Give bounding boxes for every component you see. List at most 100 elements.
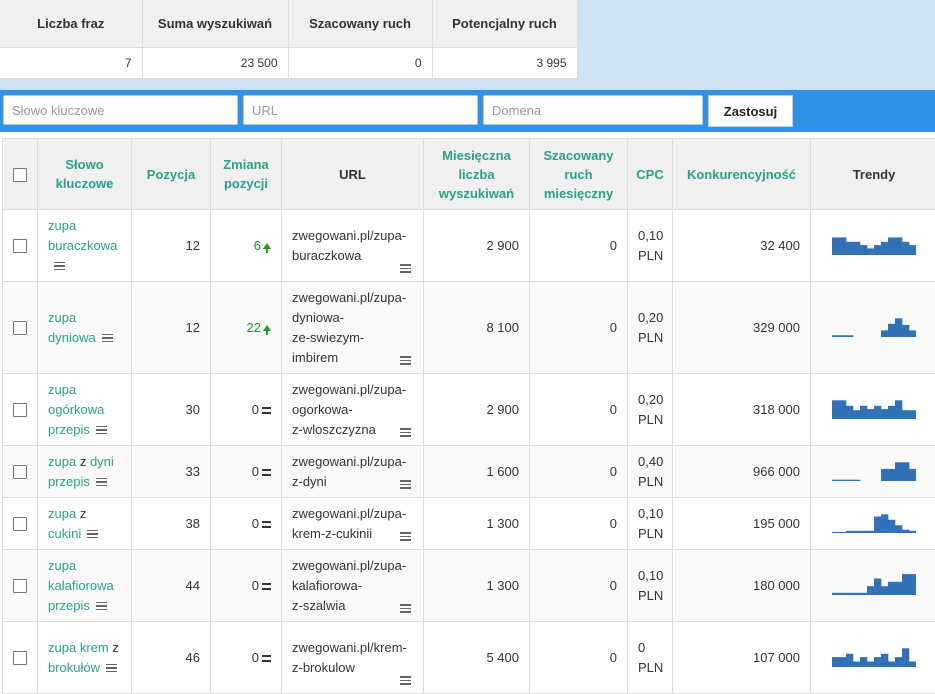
keyword-word: zupa <box>48 310 76 325</box>
competition-cell: 966 000 <box>673 446 811 498</box>
url-cell[interactable]: zwegowani.pl/zupa-krem-z-cukinii <box>282 498 424 550</box>
list-icon[interactable] <box>96 602 107 611</box>
row-checkbox[interactable] <box>13 517 27 531</box>
col-competition[interactable]: Konkurencyjność <box>673 139 811 210</box>
trend-bar <box>853 530 860 532</box>
row-select-cell <box>3 446 38 498</box>
select-all-checkbox[interactable] <box>13 168 27 182</box>
url-line: z-dyni <box>292 474 327 489</box>
list-icon[interactable] <box>400 480 411 489</box>
filter-bar: Zastosuj <box>0 90 935 132</box>
position-cell: 12 <box>132 282 211 374</box>
trend-bar <box>881 241 888 254</box>
list-icon[interactable] <box>400 604 411 613</box>
col-change[interactable]: Zmiana pozycji <box>211 139 282 210</box>
row-select-cell <box>3 550 38 622</box>
domain-filter-input[interactable] <box>483 95 703 125</box>
url-line: z-szalwia <box>292 598 345 613</box>
list-icon[interactable] <box>102 334 113 343</box>
list-icon[interactable] <box>54 262 65 271</box>
url-line: zwegowani.pl/zupa- <box>292 290 406 305</box>
row-checkbox[interactable] <box>13 465 27 479</box>
change-cell: 0 <box>211 446 282 498</box>
change-cell: 0 <box>211 374 282 446</box>
apply-button[interactable]: Zastosuj <box>708 95 793 127</box>
row-checkbox[interactable] <box>13 239 27 253</box>
col-est-traffic[interactable]: Szacowany ruch miesięczny <box>530 139 628 210</box>
est-traffic-cell: 0 <box>530 498 628 550</box>
trend-bar <box>888 405 895 418</box>
list-icon[interactable] <box>106 664 117 673</box>
list-icon[interactable] <box>400 428 411 437</box>
trend-bar <box>902 648 909 667</box>
trend-bar <box>867 586 874 595</box>
trend-bar <box>853 479 860 480</box>
trend-bar <box>902 324 909 336</box>
trend-bar <box>902 529 909 532</box>
keyword-cell[interactable]: zupa z dyni przepis <box>38 446 132 498</box>
keyword-word: z <box>112 640 119 655</box>
row-checkbox[interactable] <box>13 321 27 335</box>
list-icon[interactable] <box>87 530 98 539</box>
col-monthly-searches[interactable]: Miesięczna liczba wyszukiwań <box>424 139 530 210</box>
trend-bar <box>839 400 846 419</box>
list-icon[interactable] <box>400 356 411 365</box>
equals-icon <box>262 583 271 590</box>
list-icon[interactable] <box>96 478 107 487</box>
trend-bar <box>853 592 860 594</box>
keyword-cell[interactable]: zupa buraczkowa <box>38 210 132 282</box>
trend-cell <box>811 282 935 374</box>
summary-value-searches: 23 500 <box>142 48 288 79</box>
trend-cell <box>811 210 935 282</box>
est-traffic-cell: 0 <box>530 550 628 622</box>
trend-bar <box>888 323 895 336</box>
url-cell[interactable]: zwegowani.pl/zupa-z-dyni <box>282 446 424 498</box>
list-icon[interactable] <box>400 676 411 685</box>
keyword-word: zupa <box>48 640 76 655</box>
trend-bar <box>860 245 867 255</box>
trend-bar <box>881 653 888 666</box>
keyword-filter-input[interactable] <box>3 95 238 125</box>
trend-sparkline <box>832 313 916 337</box>
est-traffic-cell: 0 <box>530 210 628 282</box>
col-position[interactable]: Pozycja <box>132 139 211 210</box>
keyword-cell[interactable]: zupa dyniowa <box>38 282 132 374</box>
row-checkbox[interactable] <box>13 579 27 593</box>
trend-bar <box>888 581 895 594</box>
est-traffic-cell: 0 <box>530 282 628 374</box>
url-cell[interactable]: zwegowani.pl/zupa-ogorkowa-z-wloszczyzna <box>282 374 424 446</box>
url-line: z-wloszczyzna <box>292 422 376 437</box>
list-icon[interactable] <box>96 426 107 435</box>
trend-bar <box>874 245 881 255</box>
col-keyword[interactable]: Słowo kluczowe <box>38 139 132 210</box>
row-checkbox[interactable] <box>13 403 27 417</box>
equals-icon <box>262 655 271 662</box>
cpc-currency: PLN <box>638 474 663 489</box>
col-cpc[interactable]: CPC <box>628 139 673 210</box>
url-cell[interactable]: zwegowani.pl/zupa-dyniowa-ze-swiezym-imb… <box>282 282 424 374</box>
trend-bar <box>874 578 881 595</box>
monthly-searches-cell: 2 900 <box>424 374 530 446</box>
trend-bar <box>832 592 839 594</box>
trend-sparkline <box>832 509 916 533</box>
trend-bar <box>867 530 874 532</box>
keyword-word: cukini <box>48 526 81 541</box>
table-row: zupa buraczkowa126zwegowani.pl/zupa-bura… <box>3 210 935 282</box>
trend-bar <box>881 468 888 480</box>
list-icon[interactable] <box>400 532 411 541</box>
row-checkbox[interactable] <box>13 651 27 665</box>
summary-header-potential-traffic: Potencjalny ruch <box>432 0 577 48</box>
trend-bar <box>853 661 860 667</box>
keyword-cell[interactable]: zupa z cukini <box>38 498 132 550</box>
trend-bar <box>860 530 867 532</box>
keyword-cell[interactable]: zupa kalafiorowa przepis <box>38 550 132 622</box>
trend-bar <box>839 335 846 337</box>
keyword-cell[interactable]: zupa ogórkowa przepis <box>38 374 132 446</box>
trend-bar <box>895 318 902 337</box>
keyword-word: dyniowa <box>48 330 96 345</box>
url-cell[interactable]: zwegowani.pl/zupa-buraczkowa <box>282 210 424 282</box>
url-filter-input[interactable] <box>243 95 478 125</box>
url-cell[interactable]: zwegowani.pl/zupa-kalafiorowa-z-szalwia <box>282 550 424 622</box>
cpc-currency: PLN <box>638 330 663 345</box>
list-icon[interactable] <box>400 264 411 273</box>
